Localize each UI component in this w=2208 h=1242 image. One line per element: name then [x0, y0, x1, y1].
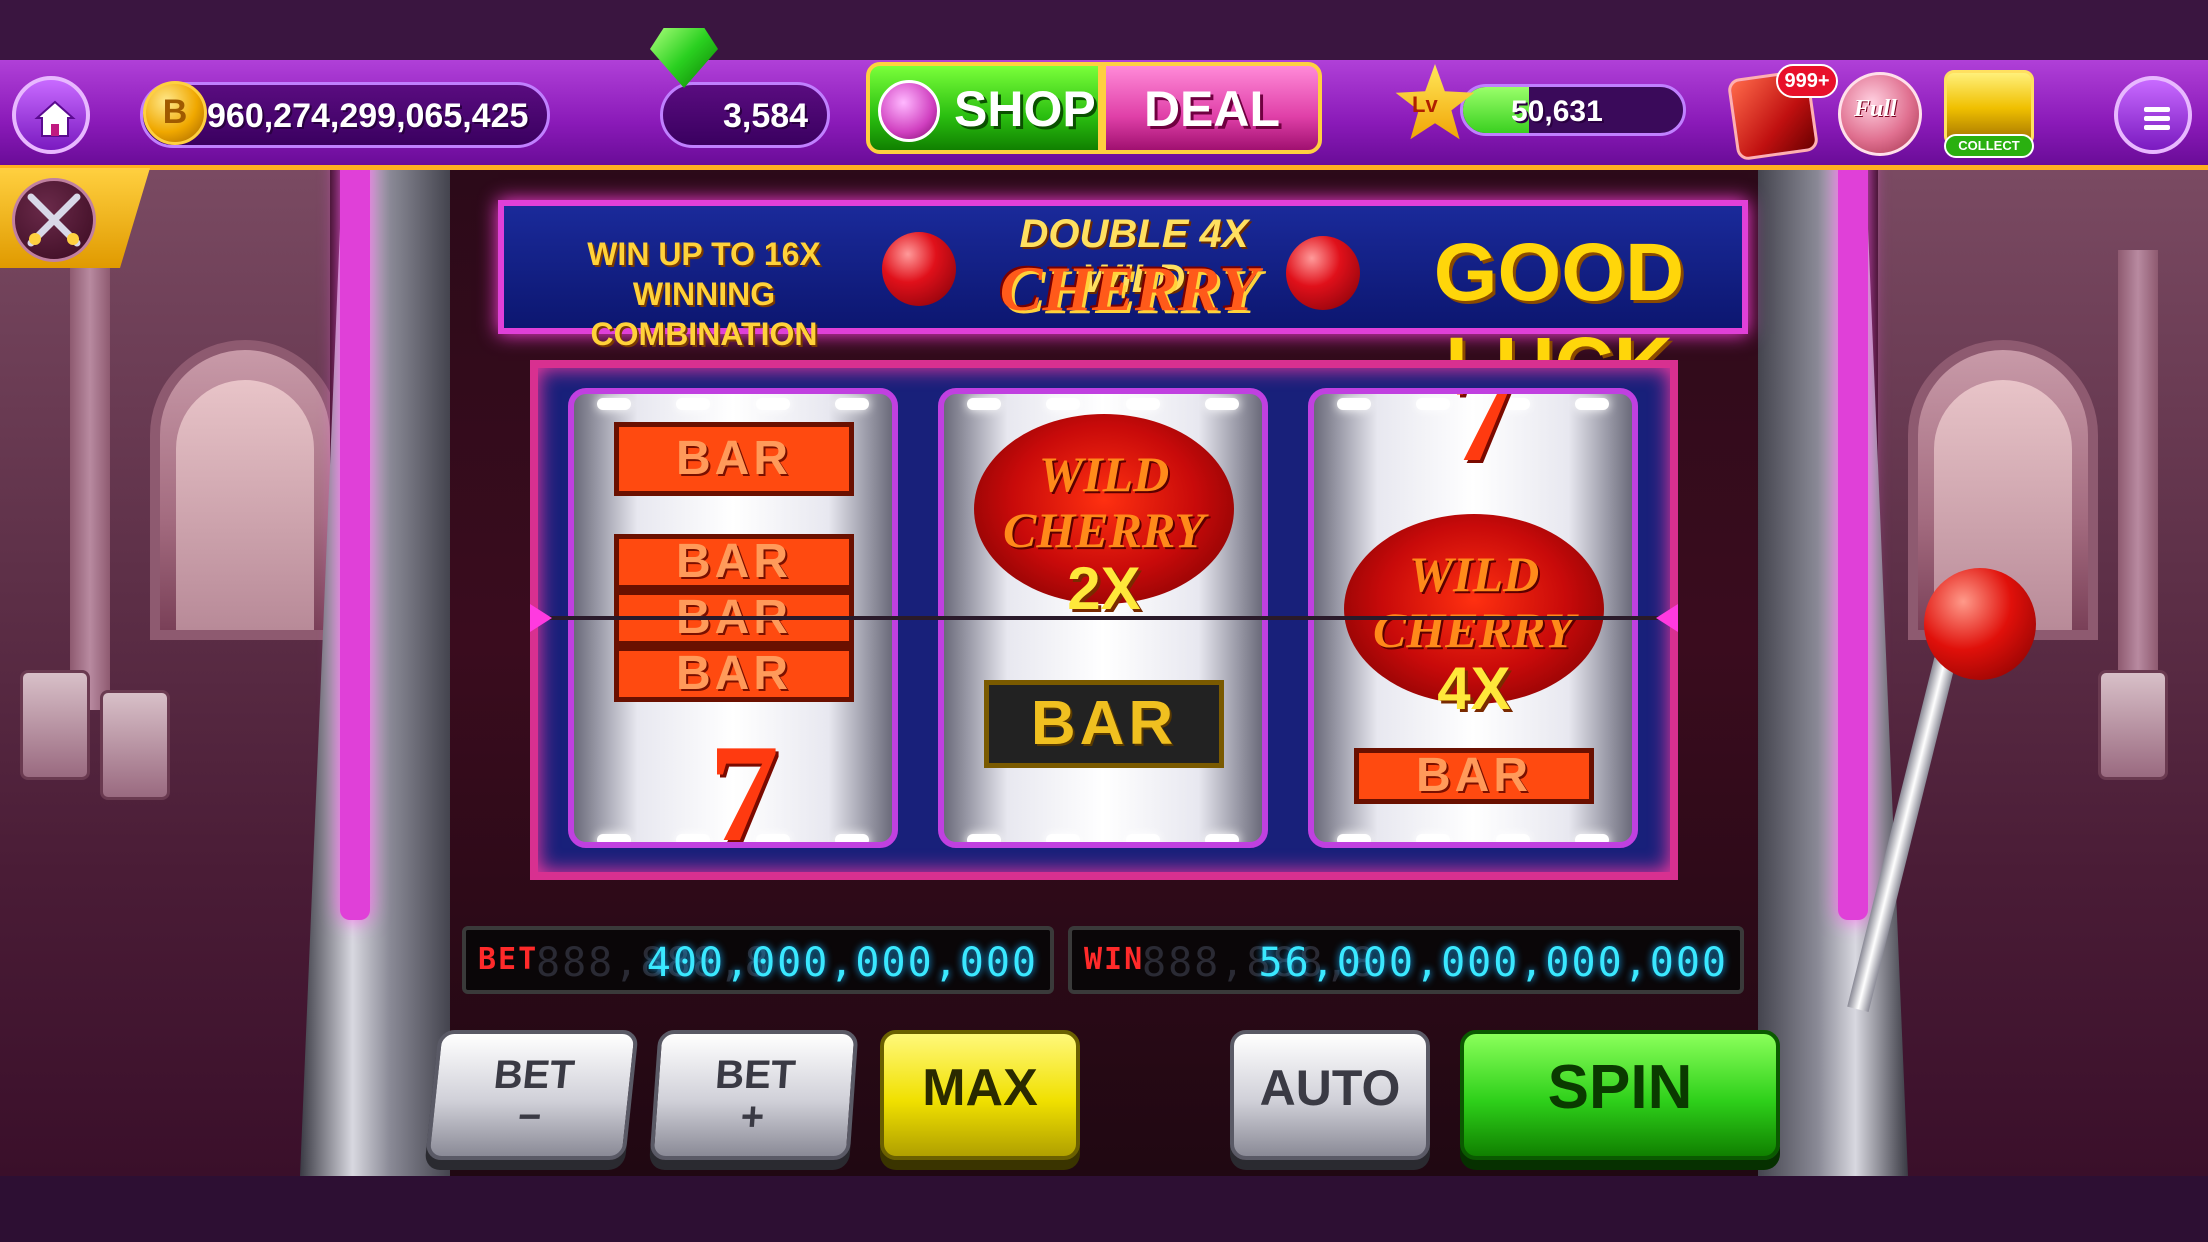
bet-minus-button[interactable]: BET − [425, 1030, 639, 1160]
bet-value: 400,000,000,000 [646, 940, 1038, 986]
spin-button[interactable]: SPIN [1460, 1030, 1780, 1160]
payline-arrow-right-icon [1656, 604, 1678, 632]
bar-symbol: BAR [614, 534, 854, 590]
bar-symbol: BAR [614, 422, 854, 496]
win-label: WIN [1084, 942, 1145, 977]
background-slot-machine [100, 690, 170, 800]
bet-minus-label: BET [491, 1053, 577, 1097]
wild-cherry-name: WILD CHERRY [1003, 446, 1205, 558]
gem-balance-value: 3,584 [723, 97, 809, 135]
pillar-left [70, 250, 110, 710]
payline [530, 616, 1678, 620]
menu-icon [2144, 107, 2170, 130]
wild-cherry-name: WILD CHERRY [1373, 546, 1575, 658]
seven-symbol: 7 [1449, 388, 1519, 491]
letterbox-bottom [0, 1176, 2208, 1242]
cherry-icon [882, 232, 956, 306]
win-line-1: WIN UP TO 16X [587, 236, 821, 272]
bet-plus-label: BET [713, 1053, 797, 1097]
win-up-to-text: WIN UP TO 16X WINNING COMBINATION [524, 234, 884, 354]
lever-knob[interactable] [1924, 568, 2036, 680]
crossed-swords-icon[interactable] [12, 178, 96, 262]
game-logo-main: CHERRY [999, 253, 1259, 324]
gem-balance[interactable]: 3,584 [660, 82, 830, 148]
auto-spin-button[interactable]: AUTO [1230, 1030, 1430, 1160]
bet-label: BET [478, 942, 539, 977]
pillar-right [2118, 250, 2158, 710]
xp-progress-bar[interactable]: 50,631 [1460, 84, 1686, 136]
plus-icon: + [739, 1095, 766, 1139]
shop-label: SHOP [954, 81, 1096, 137]
archway-left [150, 340, 340, 640]
reel-window: BAR BAR BAR BAR 7 WILD CHERRY 2X BAR 7 W… [530, 360, 1678, 880]
max-bet-button[interactable]: MAX [880, 1030, 1080, 1160]
deal-button[interactable]: DEAL [1102, 62, 1322, 154]
wild-multiplier-4x: 4X [1437, 655, 1511, 722]
background-slot-machine [2098, 670, 2168, 780]
deal-label: DEAL [1143, 81, 1281, 137]
neon-strip-left [340, 130, 370, 920]
background-slot-machine [20, 670, 90, 780]
win-display: WIN 888,888,8 56,000,000,000,000 [1068, 926, 1744, 994]
win-value: 56,000,000,000,000 [1258, 940, 1728, 986]
coin-balance-value: 960,274,299,065,425 [207, 97, 529, 135]
notification-badge: 999+ [1776, 64, 1838, 98]
shop-button[interactable]: SHOP [866, 62, 1102, 154]
coin-icon: B [143, 81, 207, 145]
bet-plus-button[interactable]: BET + [649, 1030, 859, 1160]
neon-strip-right [1838, 130, 1868, 920]
bar-symbol: BAR [1354, 748, 1594, 804]
home-button[interactable] [12, 76, 90, 154]
payline-arrow-left-icon [530, 604, 552, 632]
casino-room-left [0, 170, 360, 1176]
menu-button[interactable] [2114, 76, 2192, 154]
cherry-icon [1286, 236, 1360, 310]
collect-button[interactable]: COLLECT [1944, 134, 2034, 158]
coin-balance[interactable]: B 960,274,299,065,425 [140, 81, 550, 148]
win-line-2: WINNING COMBINATION [590, 276, 818, 352]
minus-icon: − [515, 1095, 544, 1139]
wild-cherry-2x-symbol: WILD CHERRY 2X [974, 414, 1234, 620]
bet-display: BET 888,888,8 400,000,000,000 [462, 926, 1054, 994]
bar-symbol: BAR [614, 646, 854, 702]
letterbox-top [0, 0, 2208, 60]
xp-value: 50,631 [1511, 95, 1603, 128]
wild-multiplier-2x: 2X [1067, 555, 1141, 622]
wild-cherry-4x-symbol: WILD CHERRY 4X [1344, 514, 1604, 720]
level-star-label: Lv [1412, 92, 1438, 117]
seven-symbol: 7 [709, 716, 779, 848]
piggy-bank-label: Full [1854, 96, 1897, 122]
casino-room-right [1848, 170, 2208, 1176]
gift-icon [878, 80, 940, 142]
marquee-banner: WIN UP TO 16X WINNING COMBINATION DOUBLE… [498, 200, 1748, 412]
home-icon [34, 100, 76, 137]
bar-symbol: BAR [984, 680, 1224, 768]
